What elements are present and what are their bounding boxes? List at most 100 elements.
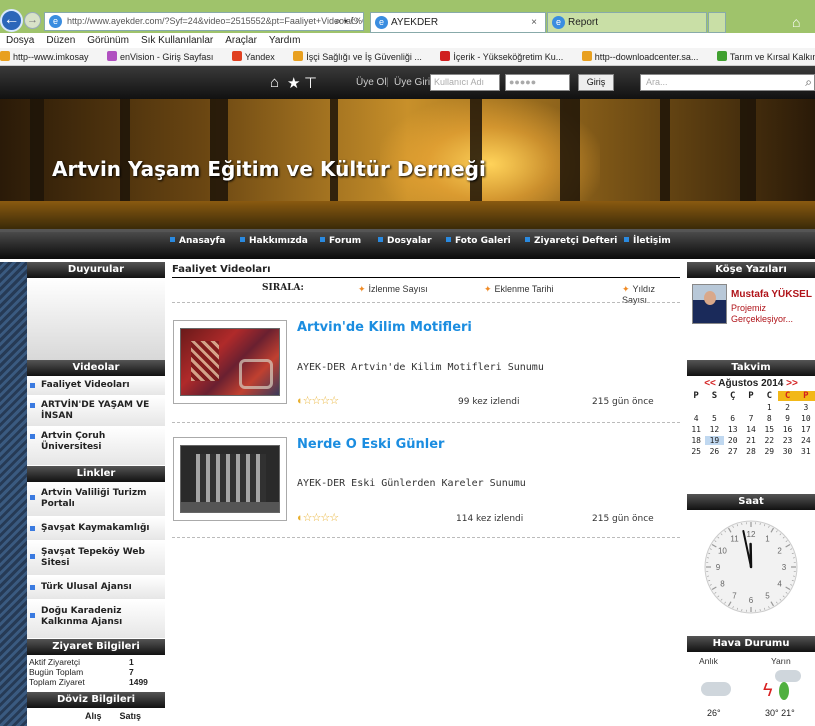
menu-tools[interactable]: Araçlar bbox=[225, 35, 257, 46]
tab-report[interactable]: e Report bbox=[547, 12, 707, 33]
calendar-day[interactable]: 11 bbox=[687, 425, 705, 434]
calendar-day[interactable]: 31 bbox=[797, 447, 815, 456]
calendar-day[interactable]: 22 bbox=[760, 436, 778, 445]
calendar-day[interactable]: 6 bbox=[724, 414, 742, 423]
favorite-item[interactable]: enVision - Giriş Sayfası bbox=[107, 51, 221, 62]
prev-month-button[interactable]: << bbox=[704, 378, 716, 389]
nav-guestbook[interactable]: Ziyaretçi Defteri bbox=[525, 236, 617, 246]
nav-home[interactable]: Anasayfa bbox=[170, 236, 225, 246]
calendar-day[interactable]: 1 bbox=[760, 403, 778, 412]
rating-stars[interactable]: ◐☆☆☆☆ bbox=[297, 511, 339, 524]
column-post-title[interactable]: Projemiz Gerçekleşiyor... bbox=[731, 303, 815, 325]
video-description: AYEK-DER Artvin'de Kilim Motifleri Sunum… bbox=[297, 362, 544, 373]
analog-clock: 12 1234567891011 bbox=[704, 520, 798, 614]
videos-heading: Videolar bbox=[27, 360, 165, 376]
calendar-day[interactable]: 7 bbox=[742, 414, 760, 423]
address-tools-icon[interactable]: ⌕ ▾ ↻ bbox=[335, 13, 359, 30]
favorite-item[interactable]: İçerik - Yükseköğretim Ku... bbox=[440, 51, 571, 62]
menu-edit[interactable]: Düzen bbox=[46, 35, 75, 46]
calendar-day[interactable]: 10 bbox=[797, 414, 815, 423]
nav-contact[interactable]: İletişim bbox=[624, 236, 671, 246]
sort-by-views[interactable]: ✦ İzlenme Sayısı bbox=[358, 284, 428, 295]
calendar-day[interactable]: 23 bbox=[778, 436, 796, 445]
favorite-item[interactable]: İşçi Sağlığı ve İş Güvenliği ... bbox=[293, 51, 430, 62]
video-thumbnail[interactable] bbox=[173, 320, 287, 404]
menu-favorites[interactable]: Sık Kullanılanlar bbox=[141, 35, 213, 46]
password-input[interactable]: ●●●●● bbox=[505, 74, 570, 91]
visit-stats: Aktif Ziyaretçi 1 Bugün Toplam 7 Toplam Zi… bbox=[27, 655, 165, 689]
calendar-day[interactable]: 15 bbox=[760, 425, 778, 434]
calendar-day[interactable]: 26 bbox=[705, 447, 723, 456]
divider bbox=[172, 302, 680, 303]
back-arrow-icon[interactable]: ← bbox=[0, 9, 23, 32]
signup-link[interactable]: Üye Ol bbox=[356, 77, 387, 88]
calendar-day[interactable]: 8 bbox=[760, 414, 778, 423]
temperature-now: 26° bbox=[707, 708, 721, 718]
calendar-day[interactable]: 13 bbox=[724, 425, 742, 434]
link-tepekoy[interactable]: Şavşat Tepeköy Web Sitesi bbox=[27, 541, 165, 576]
favorite-item[interactable]: http--www.imkosay bbox=[0, 51, 97, 62]
home-icon[interactable]: ⌂ bbox=[792, 14, 800, 30]
calendar-day[interactable]: 9 bbox=[778, 414, 796, 423]
nav-files[interactable]: Dosyalar bbox=[378, 236, 432, 246]
video-title[interactable]: Artvin'de Kilim Motifleri bbox=[297, 320, 472, 335]
calendar-day[interactable]: 29 bbox=[760, 447, 778, 456]
tab-ayekder[interactable]: e AYEKDER × bbox=[370, 12, 546, 33]
calendar-day[interactable]: 20 bbox=[724, 436, 742, 445]
favorite-item[interactable]: http--downloadcenter.sa... bbox=[581, 51, 707, 62]
favorite-item[interactable]: Tarım ve Kırsal Kalkınmayı... bbox=[716, 51, 815, 62]
nav-forum[interactable]: Forum bbox=[320, 236, 361, 246]
sitemap-icon[interactable]: ⊤ bbox=[304, 74, 317, 92]
clock-number: 7 bbox=[732, 592, 737, 601]
calendar-day[interactable]: 4 bbox=[687, 414, 705, 423]
calendar-day[interactable]: 30 bbox=[778, 447, 796, 456]
sort-by-date[interactable]: ✦ Eklenme Tarihi bbox=[484, 284, 553, 295]
rating-stars[interactable]: ◐☆☆☆☆ bbox=[297, 394, 339, 407]
calendar-day[interactable]: 27 bbox=[724, 447, 742, 456]
login-button[interactable]: Giriş bbox=[578, 74, 614, 91]
author-name[interactable]: Mustafa YÜKSEL bbox=[731, 289, 812, 300]
calendar-day[interactable]: 3 bbox=[797, 403, 815, 412]
search-input[interactable]: Ara... ⌕ bbox=[640, 74, 815, 91]
menu-file[interactable]: Dosya bbox=[6, 35, 34, 46]
calendar-day[interactable]: 5 bbox=[705, 414, 723, 423]
video-title[interactable]: Nerde O Eski Günler bbox=[297, 437, 444, 452]
link-savsat-district[interactable]: Şavşat Kaymakamlığı bbox=[27, 517, 165, 541]
next-month-button[interactable]: >> bbox=[786, 378, 798, 389]
search-icon[interactable]: ⌕ bbox=[805, 75, 812, 90]
page-icon bbox=[293, 51, 304, 61]
link-national-agency[interactable]: Türk Ulusal Ajansı bbox=[27, 576, 165, 600]
calendar-day[interactable]: 12 bbox=[705, 425, 723, 434]
link-dokap[interactable]: Doğu Karadeniz Kalkınma Ajansı bbox=[27, 600, 165, 639]
nav-about[interactable]: Hakkımızda bbox=[240, 236, 308, 246]
calendar-day[interactable]: 21 bbox=[742, 436, 760, 445]
star-icon[interactable]: ★ bbox=[287, 74, 300, 92]
calendar-day[interactable]: 25 bbox=[687, 447, 705, 456]
sidebar-item-life-in-artvin[interactable]: ARTVİN'DE YAŞAM VE İNSAN bbox=[27, 396, 165, 427]
new-tab-button[interactable] bbox=[708, 12, 726, 33]
nav-photo-gallery[interactable]: Foto Galeri bbox=[446, 236, 511, 246]
username-input[interactable]: Kullanıcı Adı bbox=[430, 74, 500, 91]
avatar[interactable] bbox=[692, 284, 727, 324]
home-icon[interactable]: ⌂ bbox=[270, 74, 279, 91]
favorite-item[interactable]: Yandex bbox=[231, 51, 283, 62]
address-bar[interactable]: e http://www.ayekder.com/?Syf=24&video=2… bbox=[44, 12, 364, 31]
calendar-day[interactable]: 2 bbox=[778, 403, 796, 412]
menu-help[interactable]: Yardım bbox=[269, 35, 301, 46]
calendar-day[interactable]: 14 bbox=[742, 425, 760, 434]
sidebar-item-coruh-university[interactable]: Artvin Çoruh Üniversitesi bbox=[27, 427, 165, 466]
links-heading: Linkler bbox=[27, 466, 165, 482]
close-icon[interactable]: × bbox=[531, 13, 537, 32]
calendar-day[interactable]: 19 bbox=[705, 436, 724, 445]
sidebar-item-activity-videos[interactable]: Faaliyet Videoları bbox=[27, 376, 165, 396]
video-thumbnail[interactable] bbox=[173, 437, 287, 521]
calendar-day[interactable]: 28 bbox=[742, 447, 760, 456]
calendar-day[interactable]: 24 bbox=[797, 436, 815, 445]
calendar-day[interactable]: 17 bbox=[797, 425, 815, 434]
menu-view[interactable]: Görünüm bbox=[87, 35, 129, 46]
calendar-day[interactable]: 18 bbox=[687, 436, 705, 445]
forward-arrow-icon[interactable]: → bbox=[24, 12, 41, 29]
clock-number: 3 bbox=[782, 563, 787, 572]
link-artvin-tourism[interactable]: Artvin Valiliği Turizm Portalı bbox=[27, 482, 165, 517]
calendar-day[interactable]: 16 bbox=[778, 425, 796, 434]
